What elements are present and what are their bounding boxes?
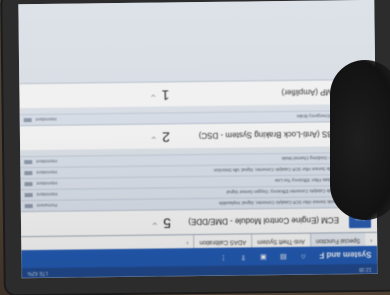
report-icon[interactable]: ▤	[279, 252, 287, 260]
stylus-pen	[330, 60, 390, 220]
home-icon[interactable]: ⌂	[299, 252, 307, 260]
chevron-down-icon[interactable]: ⌄	[150, 134, 159, 145]
ecu-row-ecm[interactable]: Enter ECM (Engine Control Module - DME/D…	[20, 206, 378, 237]
tab-special-function[interactable]: Special Function	[309, 232, 366, 247]
tablet-screen: 12:38 LTE 62% System and F ⌂ ▤ ▣ ⇪ ⋮ ‹ S…	[18, 0, 378, 279]
chevron-down-icon[interactable]: ⌄	[149, 92, 158, 103]
dtc-count: 2	[162, 129, 171, 146]
dtc-status: Intermittent	[36, 191, 58, 197]
more-icon[interactable]: ⋮	[219, 253, 227, 261]
info-icon[interactable]	[23, 118, 32, 123]
chevron-down-icon[interactable]: ⌄	[151, 220, 160, 231]
ecu-row-amp[interactable]: Enter AMP (Amplifier) 1 ⌄	[19, 78, 376, 109]
info-icon[interactable]	[24, 182, 33, 187]
info-icon[interactable]	[24, 193, 33, 198]
status-signal: LTE 62%	[27, 269, 48, 277]
ecu-name: ECM (Engine Control Module - DME/DDE)	[188, 215, 340, 227]
info-icon[interactable]	[24, 204, 33, 209]
dtc-status: Intermittent	[36, 180, 58, 187]
info-icon[interactable]	[24, 160, 33, 165]
page-title: System and F	[319, 250, 372, 261]
ecu-row-abs[interactable]: Enter ABS (Anti-Lock Braking System - DS…	[19, 120, 377, 151]
dtc-status: Intermittent	[36, 158, 58, 165]
dtc-count: 5	[163, 215, 172, 232]
dtc-status: Intermittent	[35, 116, 57, 123]
info-icon[interactable]	[24, 171, 33, 176]
chevron-left-icon[interactable]: ‹	[365, 233, 377, 246]
print-icon[interactable]: ▣	[259, 252, 267, 260]
diagnostic-app: 12:38 LTE 62% System and F ⌂ ▤ ▣ ⇪ ⋮ ‹ S…	[18, 0, 378, 279]
dtc-status: Permanent	[36, 202, 58, 208]
dtc-count: 1	[161, 87, 170, 104]
share-icon[interactable]: ⇪	[239, 252, 247, 260]
ecu-name: ABS (Anti-Lock Braking System - DSC)	[198, 129, 338, 141]
status-time: 12:38	[359, 265, 372, 273]
photo-scene: 12:38 LTE 62% System and F ⌂ ▤ ▣ ⇪ ⋮ ‹ S…	[0, 0, 390, 295]
tab-adas-calibration[interactable]: ADAS Calibration	[193, 234, 252, 249]
ecu-list: Enter ECM (Engine Control Module - DME/D…	[19, 78, 378, 237]
tab-anti-theft[interactable]: Anti-Theft System	[251, 233, 310, 248]
dtc-status: Intermittent	[36, 169, 58, 176]
chevron-right-icon[interactable]: ›	[181, 235, 193, 248]
